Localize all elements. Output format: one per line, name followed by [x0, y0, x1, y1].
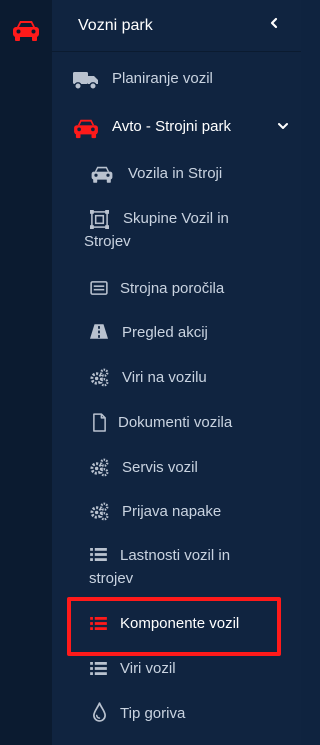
- menu-item-label: Planiranje vozil: [112, 70, 213, 87]
- menu-item-label-line1: Skupine Vozil in: [123, 210, 229, 227]
- drop-icon: [93, 702, 106, 722]
- truck-icon: [73, 72, 98, 90]
- menu-item-label: Komponente vozil: [120, 615, 240, 632]
- list-icon: [90, 662, 107, 675]
- menu-item-label: Servis vozil: [122, 459, 198, 476]
- menu-item-viri-vozil[interactable]: Viri vozil: [90, 657, 290, 683]
- car-icon[interactable]: [11, 18, 41, 42]
- list-icon: [90, 548, 107, 561]
- menu-item-label: Strojna poročila: [120, 280, 225, 297]
- card-icon: [90, 281, 108, 295]
- menu-item-label: Avto - Strojni park: [112, 118, 231, 135]
- menu-item-label: Viri vozil: [120, 660, 176, 677]
- menu-item-label: Tip goriva: [120, 705, 186, 722]
- panel-header: Vozni park: [52, 0, 301, 52]
- menu-item-pregled-akcij[interactable]: Pregled akcij: [90, 320, 290, 346]
- car-icon: [91, 166, 113, 183]
- menu-item-label: Prijava napake: [122, 503, 222, 520]
- menu-item-lastnosti-vozil[interactable]: Lastnosti vozil in strojev: [89, 543, 290, 593]
- menu-item-skupine-vozil[interactable]: Skupine Vozil in Strojev: [84, 206, 290, 256]
- menu-item-label: Dokumenti vozila: [118, 414, 233, 431]
- chevron-down-icon[interactable]: [276, 119, 290, 133]
- chevron-left-icon[interactable]: [267, 14, 281, 32]
- submenu-panel: Vozni park Planiranje vozil Avto - Stroj…: [52, 0, 301, 745]
- list-icon: [90, 617, 107, 630]
- object-group-icon: [90, 210, 109, 229]
- menu-item-label-line2: strojev: [89, 570, 134, 587]
- document-icon: [93, 413, 106, 432]
- menu-item-label: Pregled akcij: [122, 324, 208, 341]
- panel-title: Vozni park: [78, 17, 153, 34]
- gears-icon: [90, 458, 109, 477]
- road-icon: [90, 324, 108, 339]
- menu-item-planiranje-vozil[interactable]: Planiranje vozil: [72, 66, 292, 94]
- menu-item-vozila-in-stroji[interactable]: Vozila in Stroji: [90, 160, 290, 188]
- gears-icon: [90, 368, 109, 387]
- menu-item-dokumenti-vozila[interactable]: Dokumenti vozila: [90, 410, 290, 436]
- menu-item-viri-na-vozilu[interactable]: Viri na vozilu: [90, 365, 290, 391]
- menu-item-label-line2: Strojev: [84, 233, 131, 250]
- menu-item-servis-vozil[interactable]: Servis vozil: [90, 455, 290, 481]
- menu-item-label: Viri na vozilu: [122, 369, 207, 386]
- gears-icon: [90, 502, 109, 521]
- menu-item-prijava-napake[interactable]: Prijava napake: [90, 499, 290, 525]
- menu-item-label: Vozila in Stroji: [128, 165, 223, 182]
- icon-rail: [0, 0, 52, 745]
- car-icon: [74, 119, 98, 139]
- menu-item-tip-goriva[interactable]: Tip goriva: [90, 700, 290, 728]
- menu-item-avto-strojni-park[interactable]: Avto - Strojni park: [72, 114, 297, 142]
- menu-item-label-line1: Lastnosti vozil in: [120, 547, 231, 564]
- menu-item-strojna-porocila[interactable]: Strojna poročila: [90, 276, 290, 302]
- menu-item-komponente-vozil[interactable]: Komponente vozil: [90, 612, 275, 638]
